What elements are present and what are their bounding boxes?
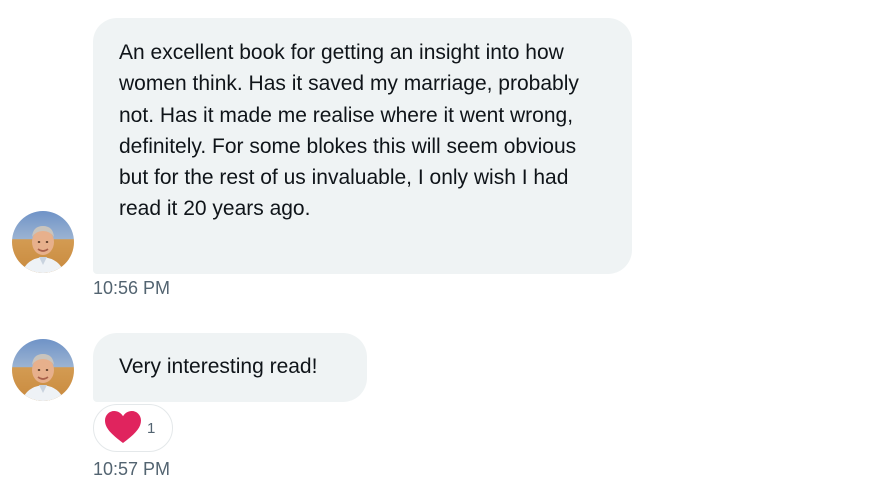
message-text: Very interesting read! bbox=[119, 355, 318, 378]
message-text: An excellent book for getting an insight… bbox=[119, 41, 579, 221]
sender-avatar[interactable] bbox=[12, 339, 74, 401]
heart-icon bbox=[105, 411, 141, 443]
reaction-count: 1 bbox=[147, 419, 156, 437]
message-bubble[interactable]: Very interesting read! bbox=[93, 333, 367, 402]
message-bubble[interactable]: An excellent book for getting an insight… bbox=[93, 18, 632, 274]
message-timestamp: 10:57 PM bbox=[93, 459, 171, 479]
reaction-pill[interactable]: 1 bbox=[93, 404, 173, 452]
message-timestamp: 10:56 PM bbox=[93, 278, 171, 298]
sender-avatar[interactable] bbox=[12, 211, 74, 273]
